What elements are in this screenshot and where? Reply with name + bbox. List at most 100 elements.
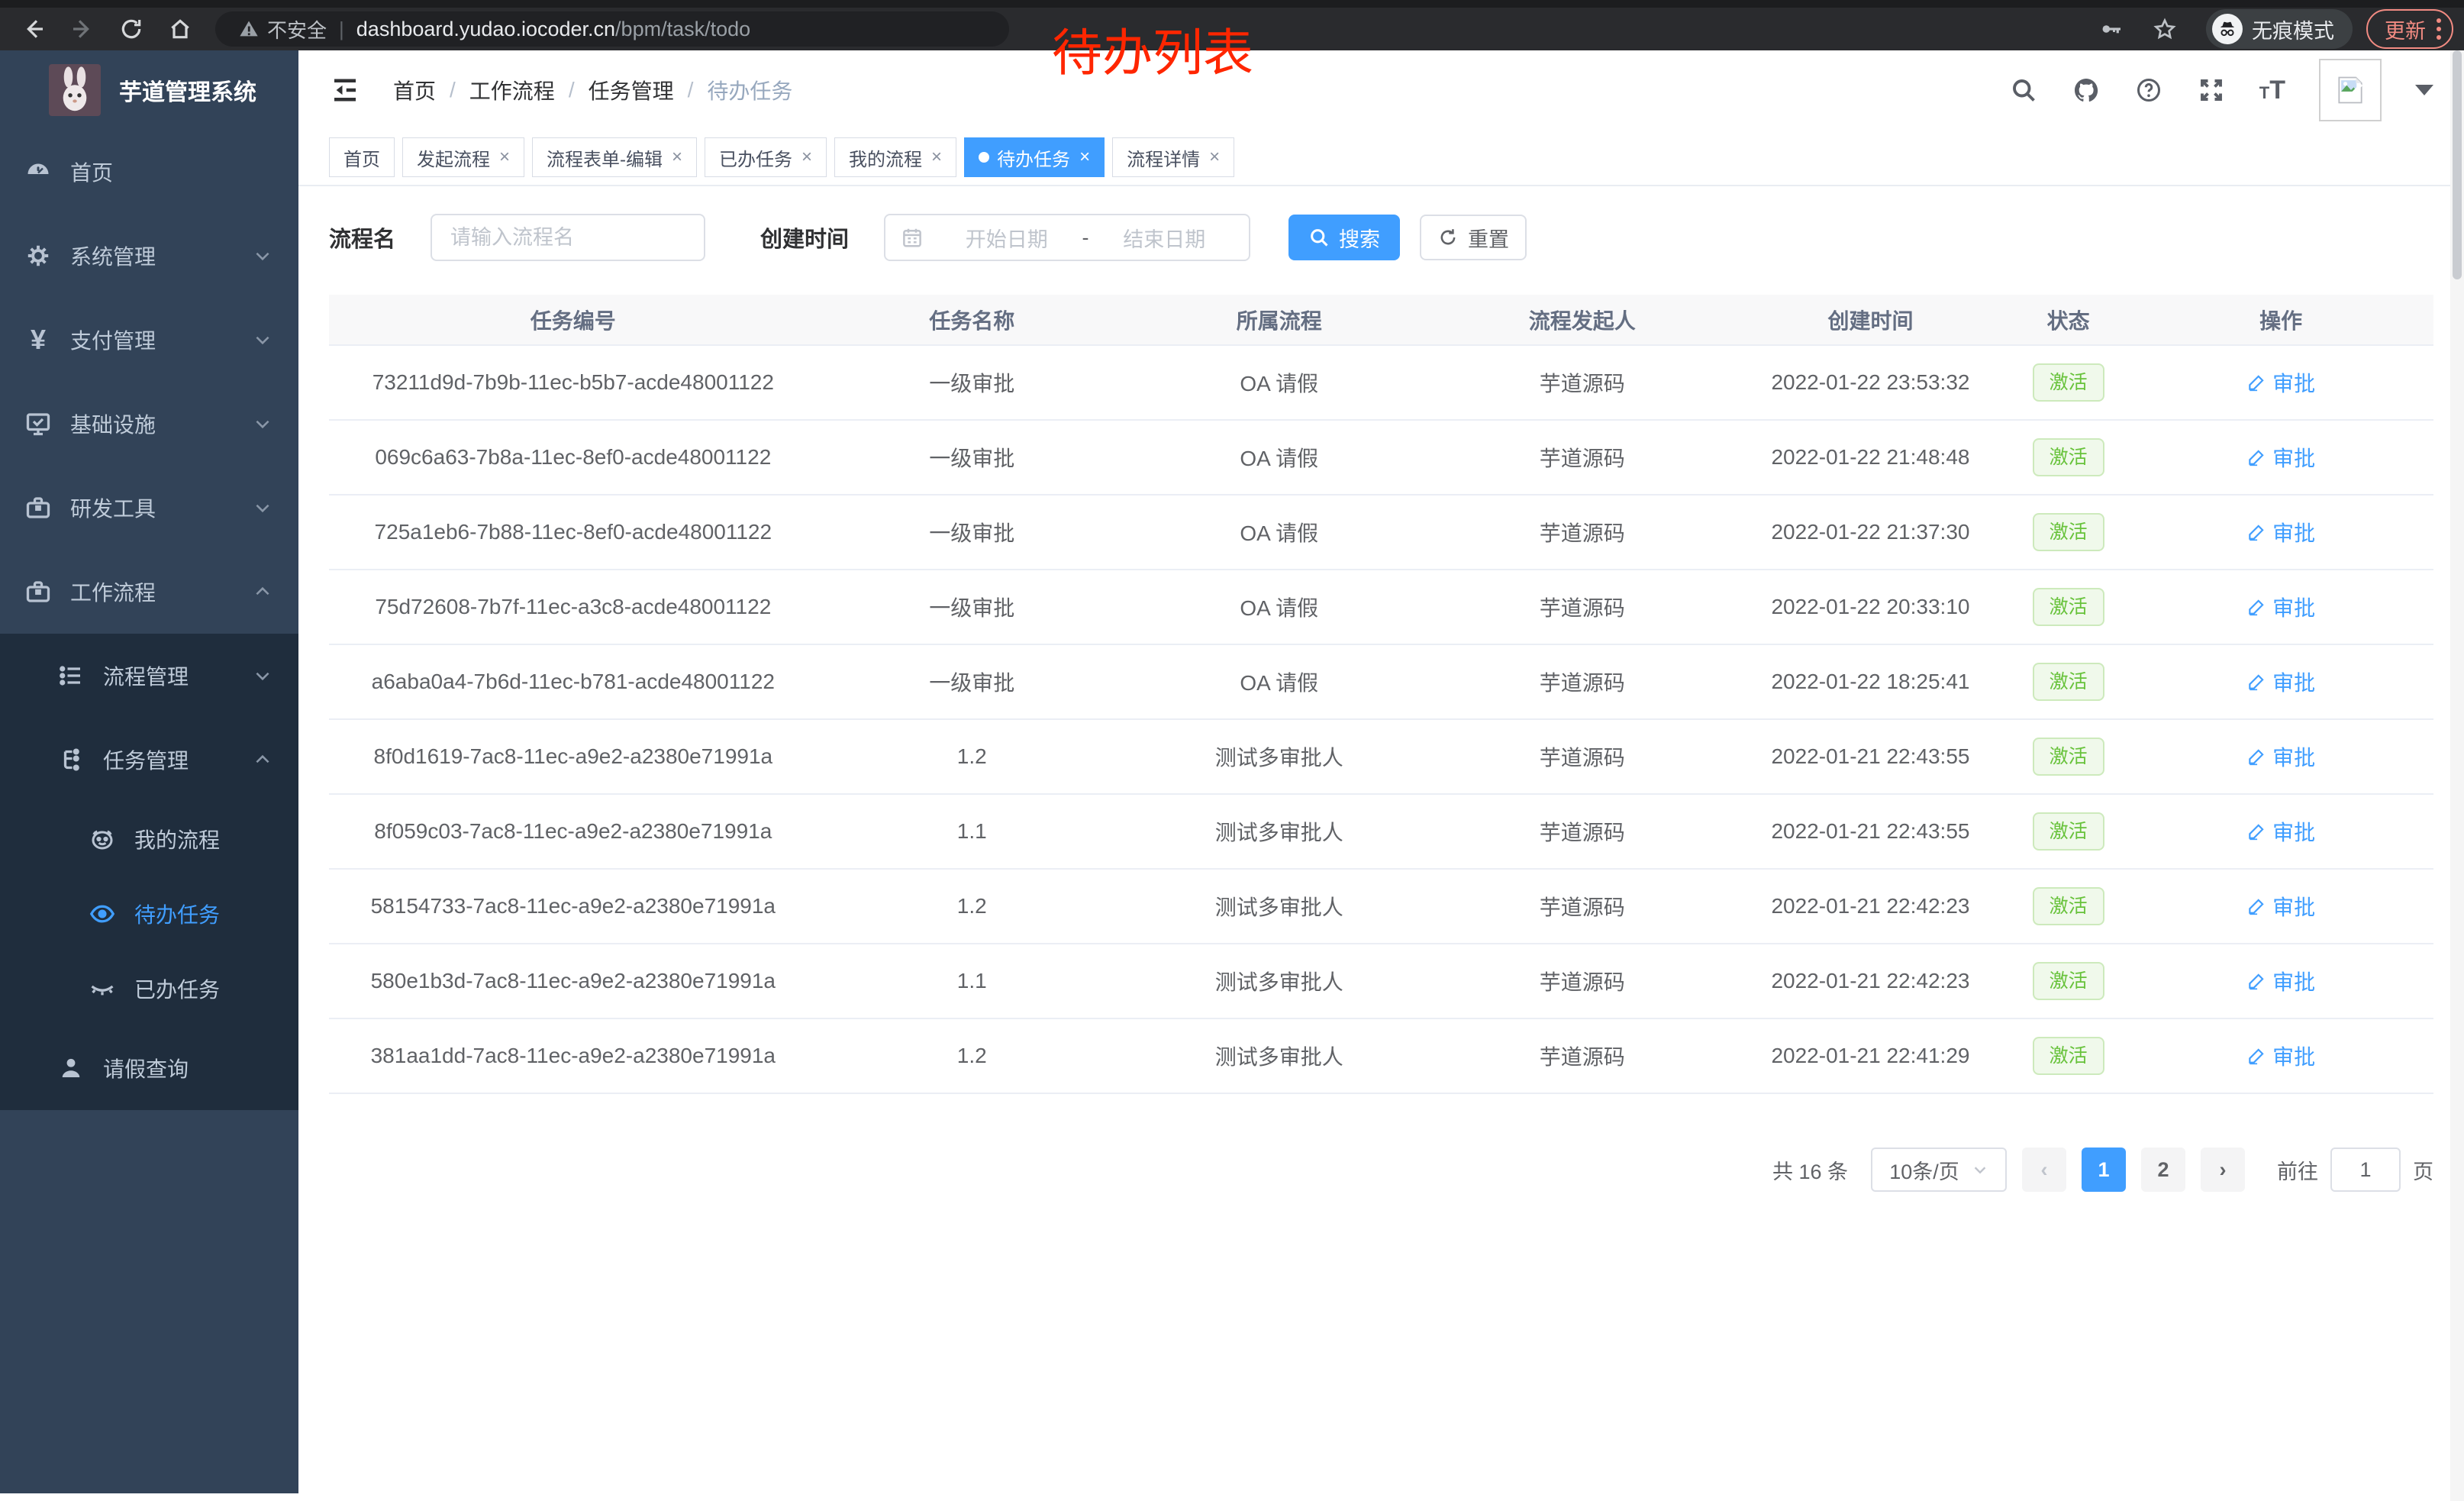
start-date-placeholder[interactable]: 开始日期 (937, 223, 1076, 253)
status-badge: 激活 (2033, 962, 2104, 1000)
approve-button[interactable]: 审批 (2246, 442, 2315, 473)
goto-page-input[interactable]: 1 (2330, 1148, 2401, 1192)
cell-process: OA 请假 (1127, 495, 1432, 570)
password-key-icon[interactable] (2099, 17, 2124, 41)
browser-menu-icon[interactable] (2437, 18, 2441, 40)
breadcrumb-workflow[interactable]: 工作流程 (469, 75, 555, 105)
cell-create-time: 2022-01-22 23:53:32 (1733, 345, 2008, 420)
sidebar-item-devtools[interactable]: 研发工具 (0, 466, 298, 550)
sidebar-collapse-icon[interactable] (329, 74, 361, 106)
sidebar-item-payment[interactable]: ¥ 支付管理 (0, 298, 298, 382)
back-icon[interactable] (18, 14, 49, 44)
cell-process: 测试多审批人 (1127, 794, 1432, 869)
url-path[interactable]: /bpm/task/todo (615, 18, 750, 41)
tab[interactable]: 流程表单-编辑 × (532, 137, 697, 177)
approve-button[interactable]: 审批 (2246, 741, 2315, 772)
page-scrollbar[interactable] (2450, 50, 2464, 1501)
approve-button[interactable]: 审批 (2246, 891, 2315, 922)
tab-close-icon[interactable]: × (1209, 148, 1220, 166)
approve-label: 审批 (2272, 592, 2315, 622)
tab-close-icon[interactable]: × (672, 148, 682, 166)
table-row: 580e1b3d-7ac8-11ec-a9e2-a2380e71991a 1.1… (329, 944, 2433, 1018)
tab[interactable]: 首页 × (329, 137, 395, 177)
page-size-select[interactable]: 10条/页 (1871, 1148, 2007, 1192)
reset-button[interactable]: 重置 (1420, 215, 1527, 260)
url-host[interactable]: dashboard.yudao.iocoder.cn (356, 18, 615, 41)
tab[interactable]: 流程详情 × (1112, 137, 1234, 177)
prev-page-button[interactable]: ‹ (2022, 1148, 2066, 1192)
help-icon[interactable] (2134, 76, 2163, 105)
end-date-placeholder[interactable]: 结束日期 (1095, 223, 1234, 253)
cell-task-id: a6aba0a4-7b6d-11ec-b781-acde48001122 (329, 644, 818, 719)
incognito-label: 无痕模式 (2252, 15, 2334, 44)
tab[interactable]: 发起流程 × (402, 137, 524, 177)
sidebar-item-infra[interactable]: 基础设施 (0, 382, 298, 466)
col-status: 状态 (2008, 295, 2128, 345)
cell-create-time: 2022-01-21 22:42:23 (1733, 944, 2008, 1018)
face-icon (87, 824, 118, 854)
page-2-button[interactable]: 2 (2141, 1148, 2185, 1192)
cell-process: OA 请假 (1127, 644, 1432, 719)
security-warning-icon[interactable] (238, 18, 260, 40)
breadcrumb-separator: / (450, 78, 456, 102)
sidebar-item-todo-tasks[interactable]: 待办任务 (0, 876, 298, 951)
approve-button[interactable]: 审批 (2246, 1041, 2315, 1071)
app-logo-row[interactable]: 芋道管理系统 (0, 50, 298, 130)
chevron-down-icon (253, 414, 273, 434)
tab-close-icon[interactable]: × (931, 148, 942, 166)
sidebar-item-home[interactable]: 首页 (0, 130, 298, 214)
process-name-input[interactable] (450, 226, 685, 250)
sidebar-item-done-tasks[interactable]: 已办任务 (0, 951, 298, 1026)
cell-status: 激活 (2008, 869, 2128, 944)
sidebar-item-task-mgmt[interactable]: 任务管理 (0, 718, 298, 802)
font-size-icon[interactable]: TT (2259, 76, 2285, 105)
reload-icon[interactable] (116, 14, 147, 44)
search-icon[interactable] (2009, 76, 2038, 105)
col-initiator: 流程发起人 (1432, 295, 1733, 345)
active-dot-icon (979, 152, 989, 163)
fullscreen-icon[interactable] (2197, 76, 2226, 105)
approve-button[interactable]: 审批 (2246, 966, 2315, 996)
cell-create-time: 2022-01-22 18:25:41 (1733, 644, 2008, 719)
forward-icon[interactable] (67, 14, 98, 44)
sidebar-item-process-mgmt[interactable]: 流程管理 (0, 634, 298, 718)
cell-process: 测试多审批人 (1127, 869, 1432, 944)
approve-button[interactable]: 审批 (2246, 592, 2315, 622)
tab[interactable]: 我的流程 × (834, 137, 956, 177)
breadcrumb-home[interactable]: 首页 (393, 75, 436, 105)
approve-label: 审批 (2272, 367, 2315, 398)
tab-close-icon[interactable]: × (499, 148, 510, 166)
sidebar-item-my-process[interactable]: 我的流程 (0, 802, 298, 876)
search-button[interactable]: 搜索 (1288, 215, 1400, 260)
sidebar-item-label: 支付管理 (70, 324, 156, 355)
date-range-picker[interactable]: 开始日期 - 结束日期 (884, 214, 1250, 261)
table-row: 75d72608-7b7f-11ec-a3c8-acde48001122 一级审… (329, 570, 2433, 644)
page-1-button[interactable]: 1 (2082, 1148, 2126, 1192)
sidebar-item-leave-query[interactable]: 请假查询 (0, 1026, 298, 1110)
home-icon[interactable] (165, 14, 195, 44)
security-label[interactable]: 不安全 (267, 15, 327, 44)
status-badge: 激活 (2033, 812, 2104, 851)
approve-button[interactable]: 审批 (2246, 667, 2315, 697)
approve-button[interactable]: 审批 (2246, 517, 2315, 547)
sidebar-item-system[interactable]: 系统管理 (0, 214, 298, 298)
sidebar-item-workflow[interactable]: 工作流程 (0, 550, 298, 634)
avatar[interactable] (2319, 59, 2382, 121)
breadcrumb-separator: / (688, 78, 694, 102)
tab-close-icon[interactable]: × (801, 148, 812, 166)
browser-update-button[interactable]: 更新 (2366, 9, 2453, 49)
scrollbar-thumb[interactable] (2453, 50, 2462, 279)
next-page-button[interactable]: › (2201, 1148, 2245, 1192)
table-row: 725a1eb6-7b88-11ec-8ef0-acde48001122 一级审… (329, 495, 2433, 570)
avatar-caret-icon[interactable] (2415, 85, 2433, 95)
bookmark-star-icon[interactable] (2153, 17, 2177, 41)
approve-button[interactable]: 审批 (2246, 816, 2315, 847)
tab[interactable]: 待办任务 × (964, 137, 1105, 177)
breadcrumb-task-mgmt[interactable]: 任务管理 (589, 75, 674, 105)
approve-button[interactable]: 审批 (2246, 367, 2315, 398)
address-bar[interactable]: 不安全 | dashboard.yudao.iocoder.cn/bpm/tas… (215, 11, 1009, 47)
tab-close-icon[interactable]: × (1079, 148, 1090, 166)
status-badge: 激活 (2033, 1037, 2104, 1075)
tab[interactable]: 已办任务 × (705, 137, 827, 177)
github-icon[interactable] (2072, 76, 2101, 105)
